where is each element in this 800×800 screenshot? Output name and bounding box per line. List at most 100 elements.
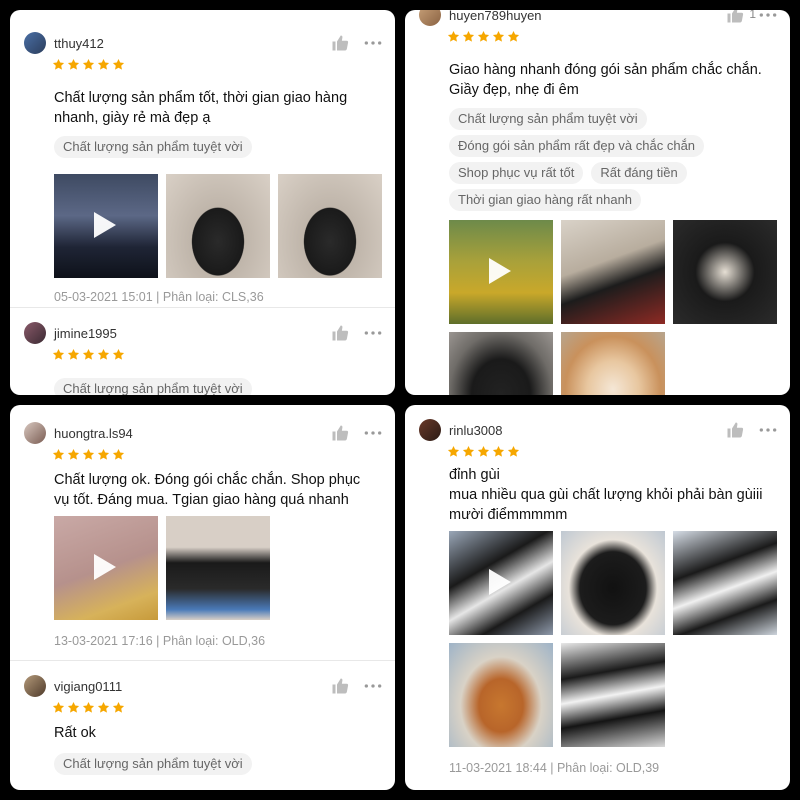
review-video[interactable] <box>449 220 553 324</box>
thumbs-up-icon[interactable] <box>331 34 349 52</box>
review-media <box>54 516 394 620</box>
username[interactable]: huyen789huyen <box>449 10 542 23</box>
more-icon[interactable] <box>363 424 383 442</box>
star-icon <box>67 58 80 71</box>
review-text: Giao hàng nhanh đóng gói sản phẩm chắc c… <box>449 62 762 98</box>
review-tags: Chất lượng sản phẩm tuyệt vời <box>54 378 385 395</box>
review-media <box>449 220 789 395</box>
star-rating <box>52 701 125 715</box>
review-meta: 11-03-2021 18:44 | Phân loại: OLD,39 <box>449 761 660 775</box>
star-icon <box>112 58 125 71</box>
star-icon <box>97 448 110 461</box>
thumbs-up-icon[interactable] <box>331 677 349 695</box>
review-video[interactable] <box>54 516 158 620</box>
review-photo[interactable] <box>673 220 777 324</box>
review-photo[interactable] <box>166 174 270 278</box>
thumbs-up-icon[interactable] <box>726 421 744 439</box>
review-video[interactable] <box>449 531 553 635</box>
star-icon <box>492 30 505 43</box>
more-icon[interactable] <box>758 421 778 439</box>
play-icon <box>94 212 116 238</box>
review-header: tthuy412 <box>24 32 383 56</box>
username[interactable]: rinlu3008 <box>449 423 503 438</box>
more-icon[interactable] <box>363 34 383 52</box>
star-rating <box>52 58 125 72</box>
star-rating <box>52 448 125 462</box>
star-icon <box>67 448 80 461</box>
star-icon <box>97 58 110 71</box>
review-panel-4: rinlu3008 đỉnh gùi mua nhiều qua gùi chấ… <box>405 405 790 790</box>
review-tag: Rất đáng tiền <box>591 162 687 184</box>
star-icon <box>82 701 95 714</box>
review-photo[interactable] <box>561 531 665 635</box>
star-rating <box>447 30 520 44</box>
review-text: Chất lượng ok. Đóng gói chắc chắn. Shop … <box>54 472 361 508</box>
review-tags: Chất lượng sản phẩm tuyệt vời <box>54 753 385 775</box>
review-photo[interactable] <box>166 516 270 620</box>
divider <box>10 307 395 308</box>
more-icon[interactable] <box>363 677 383 695</box>
review-media <box>449 531 789 747</box>
avatar[interactable] <box>24 675 46 697</box>
review-meta: 13-03-2021 17:16 | Phân loại: OLD,36 <box>54 634 266 648</box>
username[interactable]: tthuy412 <box>54 36 104 51</box>
review-tag: Shop phục vụ rất tốt <box>449 162 584 184</box>
star-icon <box>52 448 65 461</box>
review-text: Chất lượng sản phẩm tốt, thời gian giao … <box>54 90 348 126</box>
avatar[interactable] <box>24 422 46 444</box>
star-icon <box>52 58 65 71</box>
star-icon <box>492 445 505 458</box>
review-tag: Thời gian giao hàng rất nhanh <box>449 189 642 211</box>
divider <box>10 660 395 661</box>
more-icon[interactable] <box>363 324 383 342</box>
review-tags: Chất lượng sản phẩm tuyệt vời Đóng gói s… <box>449 108 780 211</box>
review-header: huyen789huyen 1 <box>419 10 778 28</box>
star-icon <box>462 445 475 458</box>
review-header: jimine1995 <box>24 322 383 346</box>
review-media <box>54 174 394 278</box>
avatar[interactable] <box>24 322 46 344</box>
review-photo[interactable] <box>561 332 665 395</box>
review-photo[interactable] <box>673 531 777 635</box>
star-icon <box>52 701 65 714</box>
review-text: Rất ok <box>54 725 96 741</box>
star-icon <box>67 701 80 714</box>
thumbs-up-icon[interactable] <box>331 324 349 342</box>
review-tag: Chất lượng sản phẩm tuyệt vời <box>54 378 252 395</box>
review-video[interactable] <box>54 174 158 278</box>
star-icon <box>97 701 110 714</box>
review-photo[interactable] <box>278 174 382 278</box>
review-photo[interactable] <box>449 332 553 395</box>
star-icon <box>82 348 95 361</box>
avatar[interactable] <box>419 10 441 26</box>
review-meta: 05-03-2021 15:01 | Phân loại: CLS,36 <box>54 290 264 304</box>
review-panel-2: huyen789huyen 1 Giao hàng nhanh đóng gói… <box>405 10 790 395</box>
review-header: huongtra.ls94 <box>24 422 383 446</box>
review-tag: Chất lượng sản phẩm tuyệt vời <box>54 136 252 158</box>
star-rating <box>52 348 125 362</box>
star-icon <box>477 30 490 43</box>
avatar[interactable] <box>419 419 441 441</box>
review-header: vigiang0111 <box>24 675 383 699</box>
more-icon[interactable] <box>758 10 778 24</box>
review-photo[interactable] <box>449 643 553 747</box>
username[interactable]: jimine1995 <box>54 326 117 341</box>
star-icon <box>52 348 65 361</box>
username[interactable]: vigiang0111 <box>54 679 122 694</box>
star-icon <box>67 348 80 361</box>
star-icon <box>112 701 125 714</box>
review-text: đỉnh gùi mua nhiều qua gùi chất lượng kh… <box>449 467 763 523</box>
review-photo[interactable] <box>561 643 665 747</box>
avatar[interactable] <box>24 32 46 54</box>
review-tag: Chất lượng sản phẩm tuyệt vời <box>54 753 252 775</box>
play-icon <box>94 554 116 580</box>
thumbs-up-icon[interactable] <box>726 10 744 24</box>
play-icon <box>489 258 511 284</box>
play-icon <box>489 569 511 595</box>
star-icon <box>97 348 110 361</box>
review-panel-3: huongtra.ls94 Chất lượng ok. Đóng gói ch… <box>10 405 395 790</box>
username[interactable]: huongtra.ls94 <box>54 426 133 441</box>
review-tag: Đóng gói sản phẩm rất đẹp và chắc chắn <box>449 135 705 157</box>
review-photo[interactable] <box>561 220 665 324</box>
thumbs-up-icon[interactable] <box>331 424 349 442</box>
